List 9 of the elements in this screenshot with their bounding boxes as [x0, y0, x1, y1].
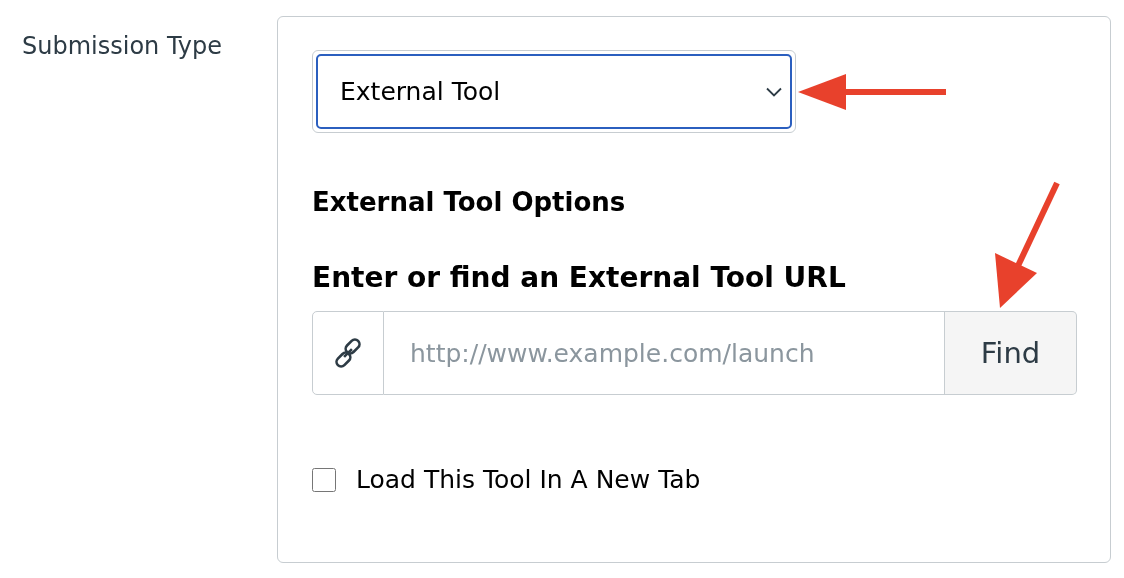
submission-type-select[interactable]: External Tool	[316, 54, 792, 129]
url-input-field[interactable]: http://www.example.com/launch	[384, 311, 945, 395]
field-heading: Enter or find an External Tool URL	[312, 261, 847, 294]
section-heading: External Tool Options	[312, 187, 627, 217]
find-button[interactable]: Find	[945, 311, 1077, 395]
new-tab-checkbox[interactable]	[312, 467, 336, 492]
chevron-icon	[766, 86, 782, 97]
field-label: Submission Type	[22, 32, 224, 62]
checkbox-label: Load This Tool In A New Tab	[356, 465, 701, 494]
